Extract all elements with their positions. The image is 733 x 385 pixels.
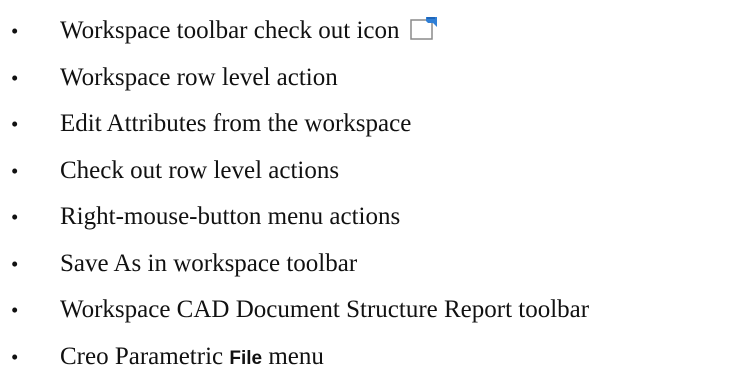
list-item: • Check out row level actions — [0, 148, 733, 195]
bullet-marker: • — [11, 298, 19, 322]
file-menu-label: File — [229, 347, 263, 369]
list-item-text: Creo Parametric File menu — [60, 334, 324, 383]
bullet-marker: • — [11, 344, 19, 369]
list-item: • Workspace CAD Document Structure Repor… — [0, 287, 733, 334]
list-item: • Right-mouse-button menu actions — [0, 194, 733, 241]
bullet-marker: • — [11, 65, 19, 90]
bullet-marker: • — [11, 19, 19, 43]
list-item: • Save As in workspace toolbar — [0, 241, 733, 288]
list-item-label: Edit Attributes from the workspace — [60, 110, 412, 137]
list-item: • Creo Parametric File menu — [0, 334, 733, 381]
list-item: • Edit Attributes from the workspace — [0, 101, 733, 148]
list-item-label: Check out row level actions — [60, 156, 340, 184]
list-item: • Workspace toolbar check out icon — [0, 8, 733, 55]
menu-word: menu — [268, 342, 324, 370]
bullet-marker: • — [11, 158, 19, 183]
list-item-text: Workspace toolbar check out icon — [60, 8, 439, 55]
list-item-label: Workspace toolbar check out icon — [60, 17, 400, 44]
list-item-label: Save As in workspace toolbar — [60, 249, 358, 277]
bullet-list: • Workspace toolbar check out icon • Wor… — [0, 8, 733, 380]
bullet-marker: • — [11, 112, 19, 136]
bullet-marker: • — [11, 251, 19, 276]
list-item-label: Workspace CAD Document Structure Report … — [60, 296, 590, 323]
product-name: Creo Parametric — [60, 342, 224, 370]
bullet-marker: • — [11, 205, 19, 229]
list-item: • Workspace row level action — [0, 55, 733, 102]
check-out-icon — [410, 17, 437, 40]
list-item-label: Right-mouse-button menu actions — [60, 203, 401, 230]
list-item-label: Workspace row level action — [60, 63, 338, 91]
